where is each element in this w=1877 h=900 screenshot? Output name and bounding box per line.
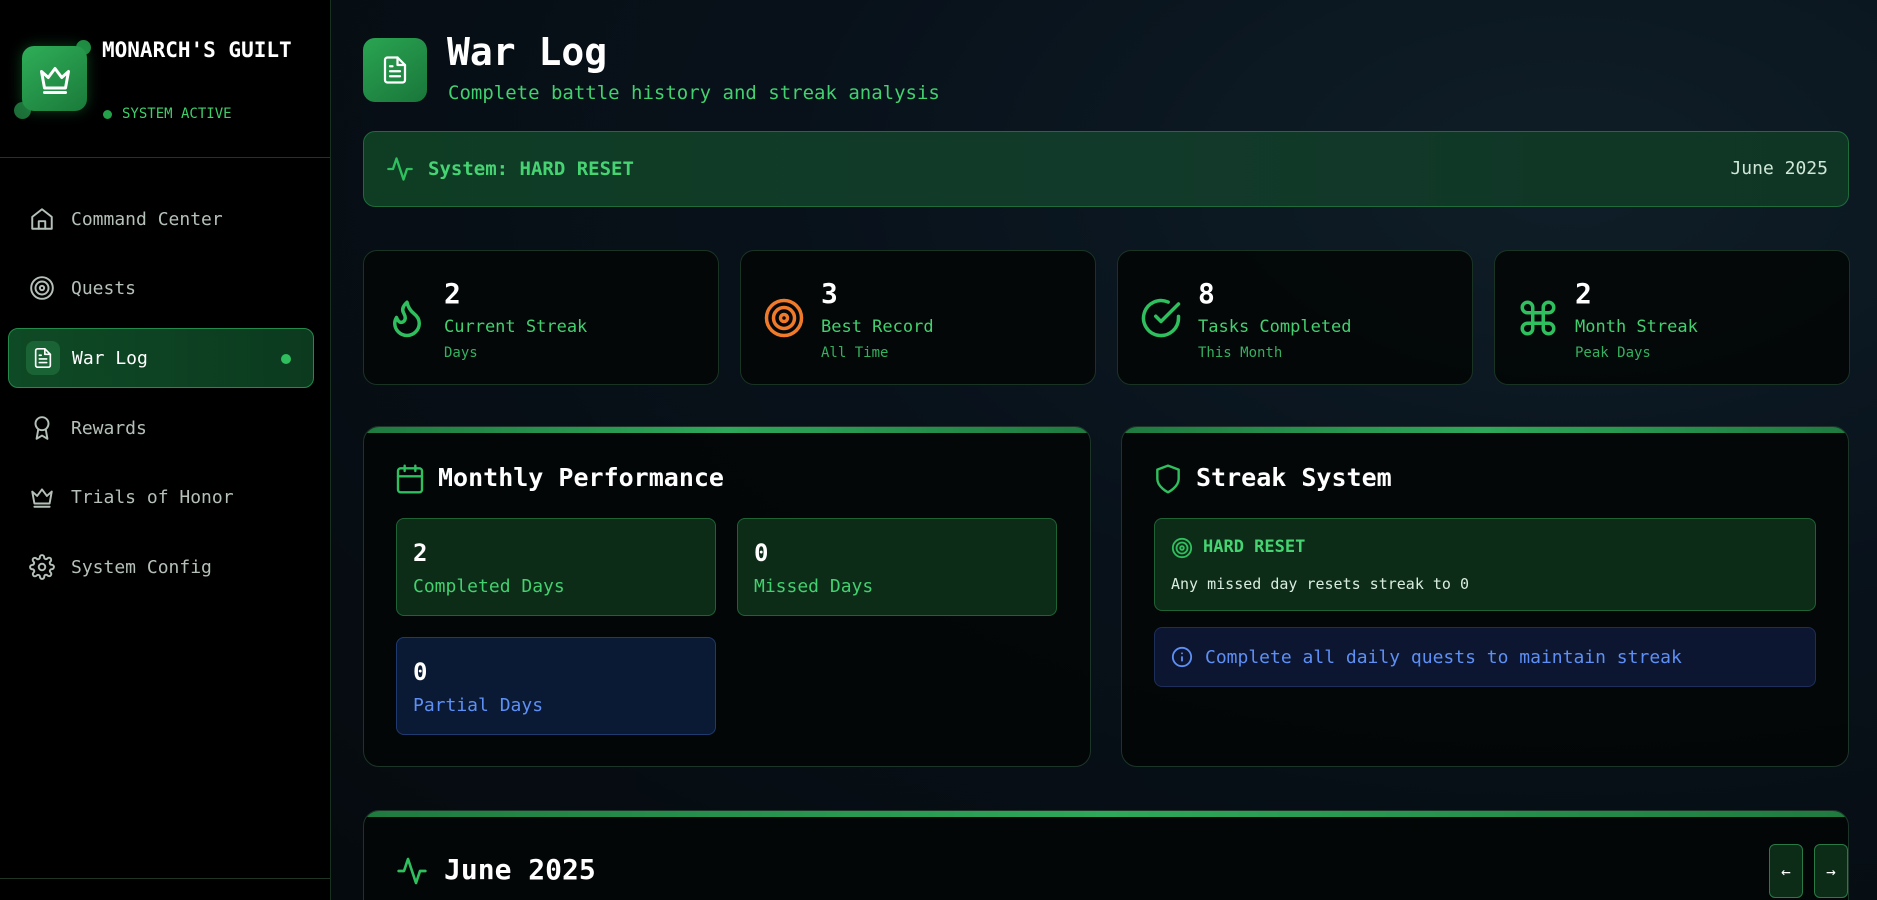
page-title: War Log bbox=[447, 30, 608, 74]
stat-value: 3 bbox=[821, 277, 838, 310]
metric-value: 2 bbox=[413, 539, 428, 567]
activity-icon bbox=[396, 855, 428, 887]
check-circle-icon bbox=[1140, 297, 1182, 339]
stat-card-tasks-completed: 8 Tasks Completed This Month bbox=[1117, 250, 1473, 385]
metric-label: Partial Days bbox=[413, 695, 544, 716]
shield-icon bbox=[1152, 463, 1184, 495]
calendar-panel: June 2025 ← → bbox=[363, 810, 1849, 900]
home-icon bbox=[28, 205, 56, 233]
sidebar-item-command-center[interactable]: Command Center bbox=[8, 189, 314, 249]
stat-label: Current Streak bbox=[444, 317, 588, 337]
panel-title: Streak System bbox=[1196, 463, 1392, 492]
stat-value: 8 bbox=[1198, 277, 1215, 310]
calendar-icon bbox=[394, 463, 426, 495]
stat-label: Month Streak bbox=[1575, 317, 1698, 337]
sidebar-item-trials-of-honor[interactable]: Trials of Honor bbox=[8, 467, 314, 527]
stat-sublabel: All Time bbox=[821, 345, 889, 361]
stat-card-current-streak: 2 Current Streak Days bbox=[363, 250, 719, 385]
stat-value: 2 bbox=[1575, 277, 1592, 310]
award-icon bbox=[28, 414, 56, 442]
missed-days-box: 0 Missed Days bbox=[737, 518, 1057, 616]
metric-label: Completed Days bbox=[413, 576, 565, 597]
streak-system-panel: Streak System HARD RESET Any missed day … bbox=[1121, 426, 1849, 767]
stat-sublabel: Days bbox=[444, 345, 478, 361]
active-indicator-dot bbox=[281, 354, 291, 364]
sidebar-item-system-config[interactable]: System Config bbox=[8, 537, 314, 597]
partial-days-box: 0 Partial Days bbox=[396, 637, 716, 735]
crown-logo-icon bbox=[22, 46, 87, 111]
target-icon bbox=[763, 297, 805, 339]
system-status-label: SYSTEM ACTIVE bbox=[122, 106, 232, 122]
sidebar-item-label: Trials of Honor bbox=[71, 486, 234, 508]
stat-value: 2 bbox=[444, 277, 461, 310]
info-icon bbox=[1171, 646, 1193, 668]
metric-value: 0 bbox=[413, 658, 428, 686]
brand-header: MONARCH'S GUILT SYSTEM ACTIVE bbox=[0, 0, 330, 158]
stat-sublabel: Peak Days bbox=[1575, 345, 1651, 361]
panel-accent-bar bbox=[364, 427, 1090, 433]
panel-title: Monthly Performance bbox=[438, 463, 724, 492]
streak-info-text: Complete all daily quests to maintain st… bbox=[1205, 646, 1682, 668]
page-subtitle: Complete battle history and streak analy… bbox=[448, 82, 940, 104]
status-dot bbox=[103, 109, 112, 119]
system-status: SYSTEM ACTIVE bbox=[103, 106, 232, 122]
brand-name: MONARCH'S GUILT bbox=[102, 38, 292, 62]
streak-info-box: Complete all daily quests to maintain st… bbox=[1154, 627, 1816, 687]
next-month-button[interactable]: → bbox=[1814, 844, 1848, 898]
sidebar-item-label: War Log bbox=[72, 347, 148, 369]
command-icon bbox=[1517, 297, 1559, 339]
sidebar-item-rewards[interactable]: Rewards bbox=[8, 398, 314, 458]
target-icon bbox=[1171, 537, 1193, 559]
system-mode-banner: System: HARD RESET June 2025 bbox=[363, 131, 1849, 207]
streak-mode-title: HARD RESET bbox=[1203, 537, 1306, 557]
sidebar-item-label: System Config bbox=[71, 556, 212, 578]
calendar-title: June 2025 bbox=[444, 853, 596, 886]
sidebar-item-label: Command Center bbox=[71, 208, 223, 230]
system-mode-label: System: HARD RESET bbox=[428, 158, 634, 180]
sidebar-item-label: Quests bbox=[71, 277, 137, 299]
panel-accent-bar bbox=[1122, 427, 1848, 433]
sidebar-item-label: Rewards bbox=[71, 417, 147, 439]
sidebar-item-war-log[interactable]: War Log bbox=[8, 328, 314, 388]
crown-icon bbox=[28, 483, 56, 511]
panel-accent-bar bbox=[364, 811, 1848, 817]
previous-month-button[interactable]: ← bbox=[1769, 844, 1803, 898]
metric-value: 0 bbox=[754, 539, 769, 567]
stat-card-month-streak: 2 Month Streak Peak Days bbox=[1494, 250, 1850, 385]
streak-mode-description: Any missed day resets streak to 0 bbox=[1171, 575, 1470, 593]
stat-label: Best Record bbox=[821, 317, 934, 337]
monthly-performance-panel: Monthly Performance 2 Completed Days 0 M… bbox=[363, 426, 1091, 767]
flame-icon bbox=[386, 297, 428, 339]
stat-label: Tasks Completed bbox=[1198, 317, 1352, 337]
main-content: War Log Complete battle history and stre… bbox=[331, 0, 1877, 900]
banner-date: June 2025 bbox=[1730, 158, 1828, 179]
completed-days-box: 2 Completed Days bbox=[396, 518, 716, 616]
gear-icon bbox=[28, 553, 56, 581]
hard-reset-box: HARD RESET Any missed day resets streak … bbox=[1154, 518, 1816, 611]
sidebar-item-quests[interactable]: Quests bbox=[8, 258, 314, 318]
stat-sublabel: This Month bbox=[1198, 345, 1283, 361]
metric-label: Missed Days bbox=[754, 576, 874, 597]
stat-card-best-record: 3 Best Record All Time bbox=[740, 250, 1096, 385]
document-icon bbox=[363, 38, 427, 102]
document-icon bbox=[26, 341, 60, 375]
activity-icon bbox=[386, 155, 414, 183]
sidebar-divider bbox=[0, 878, 330, 879]
sidebar: MONARCH'S GUILT SYSTEM ACTIVE Command Ce… bbox=[0, 0, 331, 900]
target-icon bbox=[28, 274, 56, 302]
